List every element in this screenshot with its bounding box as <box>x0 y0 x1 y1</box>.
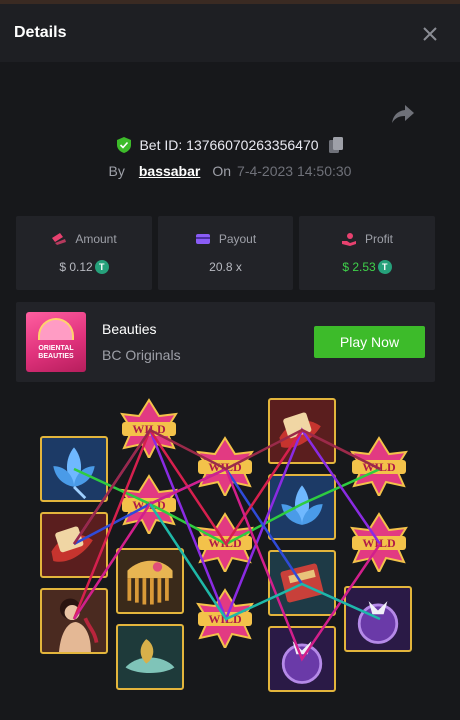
verified-shield-icon <box>117 137 132 153</box>
blue-lotus-icon <box>53 447 95 500</box>
bet-datetime: 7-4-2023 14:50:30 <box>237 163 352 179</box>
amount-value-row: $ 0.12 T <box>16 260 152 274</box>
red-book-icon <box>280 563 324 603</box>
purple-mirror-symbol <box>344 586 412 652</box>
copy-icon[interactable] <box>328 137 343 153</box>
bet-amount-icon <box>52 233 67 245</box>
woman-portrait-icon <box>58 598 99 652</box>
game-name[interactable]: Beauties <box>102 321 156 337</box>
payout-label: Payout <box>218 232 257 246</box>
wild-text: WILD <box>208 612 242 626</box>
red-book-symbol <box>268 550 336 616</box>
purple-mirror-icon <box>357 601 399 644</box>
red-scroll-symbol <box>40 512 108 578</box>
profit-label: Profit <box>364 232 393 246</box>
tether-coin-icon: T <box>94 260 109 274</box>
wild-text: WILD <box>362 536 396 550</box>
profit-label-row: Profit <box>299 232 435 246</box>
lotus-hat-symbol <box>116 624 184 690</box>
close-icon[interactable] <box>418 22 442 46</box>
game-logo-text-2: BEAUTIES <box>38 353 74 360</box>
wild-text: WILD <box>132 498 166 512</box>
wild-text: WILD <box>132 422 166 436</box>
comb-symbol <box>116 548 184 614</box>
on-label: On <box>212 163 232 179</box>
blue-lotus-symbol <box>40 436 108 502</box>
game-logo-text-1: ORIENTAL <box>38 345 74 352</box>
game-provider: BC Originals <box>102 347 181 363</box>
payout-label-row: Payout <box>158 232 293 246</box>
red-scroll-icon <box>51 526 93 562</box>
wild-symbol: WILD <box>120 398 178 458</box>
golden-comb-icon <box>127 560 173 605</box>
by-label: By <box>108 163 125 179</box>
slot-reels-result: WILD WILD WILD WILD WILD WILD WILD <box>30 394 420 694</box>
red-scroll-symbol <box>268 398 336 464</box>
wild-symbol: WILD <box>196 588 254 648</box>
purple-mirror-icon <box>281 641 323 684</box>
profit-card: Profit $ 2.53 T <box>299 216 435 290</box>
page-title: Details <box>14 24 67 41</box>
share-icon[interactable] <box>391 103 415 125</box>
game-card: ORIENTAL BEAUTIES Beauties BC Originals … <box>16 302 435 382</box>
red-scroll-icon <box>279 412 321 448</box>
wild-symbol: WILD <box>350 512 408 572</box>
wild-symbol: WILD <box>196 436 254 496</box>
blue-lotus-icon <box>281 485 323 525</box>
profit-value: $ 2.53 <box>342 260 376 274</box>
profit-value-row: $ 2.53 T <box>299 260 435 274</box>
wild-text: WILD <box>362 460 396 474</box>
username-link[interactable]: bassabar <box>139 163 200 179</box>
bet-id-row: Bet ID: 13766070263356470 <box>0 134 460 156</box>
amount-card: Amount $ 0.12 T <box>16 216 152 290</box>
tether-coin-icon: T <box>377 260 392 274</box>
wild-text: WILD <box>208 460 242 474</box>
payout-card-icon <box>195 234 210 244</box>
lotus-hat-icon <box>125 639 175 673</box>
bet-id: Bet ID: 13766070263356470 <box>139 137 319 153</box>
payout-value-row: 20.8 x <box>158 260 293 274</box>
blue-lotus-symbol <box>268 474 336 540</box>
amount-label: Amount <box>75 232 117 246</box>
amount-label-row: Amount <box>16 232 152 246</box>
woman-symbol <box>40 588 108 654</box>
purple-mirror-symbol <box>268 626 336 692</box>
details-header: Details <box>0 4 460 62</box>
wild-text: WILD <box>208 536 242 550</box>
payout-card: Payout 20.8 x <box>158 216 293 290</box>
payout-value: 20.8 x <box>209 260 242 274</box>
wild-symbol: WILD <box>350 436 408 496</box>
wild-symbol: WILD <box>196 512 254 572</box>
amount-value: $ 0.12 <box>59 260 93 274</box>
profit-hand-icon <box>341 233 356 246</box>
play-now-button[interactable]: Play Now <box>314 326 425 358</box>
wild-symbol: WILD <box>120 474 178 534</box>
fan-decoration <box>38 318 74 340</box>
game-thumbnail[interactable]: ORIENTAL BEAUTIES <box>26 312 86 372</box>
bet-author-row: By bassabar On 7-4-2023 14:50:30 <box>0 160 460 182</box>
